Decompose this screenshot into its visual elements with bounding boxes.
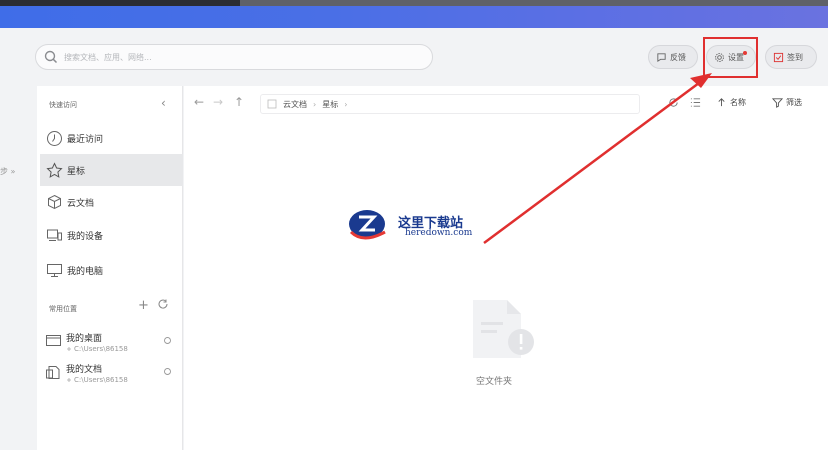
breadcrumb-root[interactable]: 云文档	[283, 99, 307, 110]
sidebar-item-recent[interactable]: 最近访问	[40, 122, 183, 154]
list-view-icon	[690, 98, 701, 107]
common-places-title: 常用位置	[49, 305, 77, 313]
sidebar-item-label: 云文档	[67, 198, 95, 209]
sort-icon	[718, 98, 725, 107]
watermark-logo	[349, 210, 386, 240]
sidebar: 快速访问 ‹ 最近访问 星标 云文档 我的设备 我的电脑 常用位置 + 我的桌面…	[37, 86, 183, 450]
place-documents[interactable]: 我的文档 C:\Users\86158	[45, 361, 177, 391]
up-arrow-icon[interactable]: ↑	[234, 95, 244, 109]
breadcrumb-separator: ›	[344, 99, 348, 109]
sidebar-item-starred[interactable]: 星标	[40, 154, 183, 186]
empty-folder-icon	[473, 300, 534, 358]
back-arrow-icon[interactable]: ←	[194, 95, 204, 109]
refresh-icon	[669, 98, 678, 107]
highlight-box	[703, 37, 758, 78]
search-input[interactable]: 搜索文档、应用、网络...	[35, 44, 433, 70]
place-path: C:\Users\86158	[74, 345, 128, 353]
watermark-url: heredown.com	[405, 228, 473, 238]
place-name: 我的桌面	[66, 334, 103, 344]
sidebar-item-label: 最近访问	[67, 134, 104, 145]
filter-button[interactable]: 筛选	[772, 97, 802, 108]
place-desktop[interactable]: 我的桌面 C:\Users\86158	[45, 330, 177, 360]
cube-icon	[48, 194, 61, 209]
sort-button[interactable]: 名称	[716, 97, 746, 108]
add-place-button[interactable]: +	[138, 298, 149, 313]
header-band	[0, 6, 828, 28]
sidebar-item-label: 星标	[67, 166, 86, 177]
feedback-button[interactable]: 反馈	[648, 45, 698, 69]
clock-icon	[47, 130, 62, 146]
sidebar-item-label: 我的电脑	[67, 266, 104, 277]
filter-icon	[772, 98, 783, 108]
documents-icon	[46, 366, 60, 379]
monitor-icon	[47, 263, 62, 277]
sidebar-item-my-devices[interactable]: 我的设备	[40, 219, 183, 251]
star-icon	[46, 161, 63, 178]
feedback-label: 反馈	[670, 52, 686, 62]
collapsed-side-text: 步 »	[0, 167, 16, 176]
forward-arrow-icon[interactable]: →	[213, 95, 223, 109]
signin-label: 签到	[787, 52, 803, 62]
breadcrumb-separator: ›	[313, 99, 317, 109]
filter-label: 筛选	[786, 98, 802, 107]
breadcrumb: 云文档 › 星标 ›	[260, 94, 640, 114]
place-path: C:\Users\86158	[74, 376, 128, 384]
empty-folder-label: 空文件夹	[476, 377, 513, 387]
place-name: 我的文档	[66, 365, 103, 375]
home-icon	[267, 99, 277, 109]
watermark: 这里下载站 heredown.com	[345, 206, 485, 246]
checkin-icon	[773, 52, 784, 62]
link-icon	[67, 347, 71, 351]
file-browser: ← → ↑ 云文档 › 星标 › 名称 筛选 空文件夹	[184, 86, 828, 450]
pin-icon[interactable]	[163, 336, 172, 345]
refresh-button[interactable]	[668, 97, 682, 108]
sidebar-item-label: 我的设备	[67, 231, 104, 242]
quick-access-title: 快速访问	[49, 101, 77, 109]
collapse-sidebar-button[interactable]: ‹	[161, 96, 166, 110]
breadcrumb-current[interactable]: 星标	[322, 99, 338, 110]
signin-button[interactable]: 签到	[765, 45, 817, 69]
search-placeholder: 搜索文档、应用、网络...	[64, 52, 152, 62]
desktop-icon	[46, 335, 61, 346]
sidebar-item-cloud-docs[interactable]: 云文档	[40, 186, 183, 218]
refresh-icon[interactable]	[157, 298, 169, 310]
chat-bubble-icon	[657, 52, 666, 62]
devices-icon	[47, 229, 62, 241]
sidebar-item-my-computer[interactable]: 我的电脑	[40, 254, 183, 286]
pin-icon[interactable]	[163, 367, 172, 376]
view-mode-button[interactable]	[690, 97, 704, 108]
link-icon	[67, 378, 71, 382]
search-icon	[44, 50, 58, 64]
sort-label: 名称	[730, 98, 746, 107]
